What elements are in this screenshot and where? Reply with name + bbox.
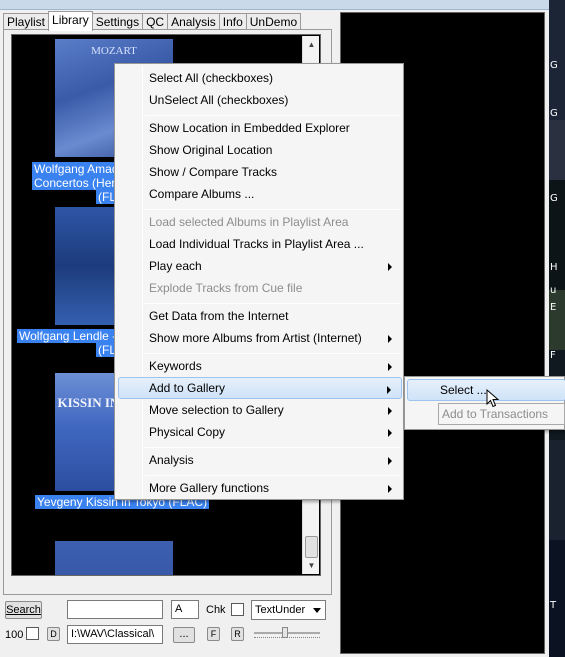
tab-qc[interactable]: QC [142, 13, 169, 30]
menu-separator [145, 115, 401, 116]
menu-item-show-compare-tracks[interactable]: Show / Compare Tracks [118, 161, 402, 183]
cover-title: MOZART [91, 45, 137, 57]
zoom-slider[interactable] [252, 626, 324, 640]
menu-separator [145, 447, 401, 448]
chevron-down-icon [313, 608, 321, 613]
menu-separator [145, 475, 401, 476]
text-mode-value: TextUnder [255, 604, 306, 616]
album-caption[interactable]: Wolfgang Amade [32, 162, 128, 176]
menu-item-show-more-albums[interactable]: Show more Albums from Artist (Internet) [118, 327, 402, 349]
text-mode-select[interactable]: TextUnder [251, 600, 326, 620]
submenu-arrow-icon [388, 335, 392, 343]
strip-label: T [550, 600, 557, 611]
menu-item-analysis[interactable]: Analysis [118, 449, 402, 471]
menu-item-more-gallery-functions[interactable]: More Gallery functions [118, 477, 402, 499]
menu-item-show-original-location[interactable]: Show Original Location [118, 139, 402, 161]
strip-label: G [550, 108, 558, 119]
count-label: 100 [5, 629, 24, 641]
mouse-cursor-icon [486, 389, 500, 408]
submenu-arrow-icon [388, 263, 392, 271]
window-top-bar [0, 0, 565, 10]
tab-bar: Playlist Library Settings QC Analysis In… [3, 11, 302, 31]
menu-item-show-location-explorer[interactable]: Show Location in Embedded Explorer [118, 117, 402, 139]
scroll-thumb[interactable] [305, 536, 318, 558]
chk-checkbox[interactable] [231, 603, 244, 616]
menu-item-unselect-all[interactable]: UnSelect All (checkboxes) [118, 89, 402, 111]
submenu-arrow-icon [388, 407, 392, 415]
right-edge-strip: G G G H u E F 6 T [549, 0, 565, 657]
scroll-down-icon[interactable]: ▼ [303, 557, 320, 574]
submenu-arrow-icon [388, 485, 392, 493]
search-input[interactable] [67, 600, 163, 619]
menu-item-compare-albums[interactable]: Compare Albums ... [118, 183, 402, 205]
tab-info[interactable]: Info [218, 13, 247, 30]
tab-analysis[interactable]: Analysis [167, 13, 220, 30]
tab-library[interactable]: Library [48, 11, 93, 31]
strip-label: G [550, 60, 558, 71]
menu-item-select-all[interactable]: Select All (checkboxes) [118, 67, 402, 89]
count-checkbox[interactable] [26, 627, 39, 640]
menu-item-load-individual-tracks[interactable]: Load Individual Tracks in Playlist Area … [118, 233, 402, 255]
album-cover[interactable] [55, 541, 173, 575]
menu-separator [145, 353, 401, 354]
strip-label: G [550, 193, 558, 204]
menu-separator [145, 303, 401, 304]
submenu-arrow-icon [388, 363, 392, 371]
menu-item-explode-tracks: Explode Tracks from Cue file [149, 281, 303, 295]
tab-settings[interactable]: Settings [91, 13, 144, 30]
submenu-arrow-icon [388, 429, 392, 437]
submenu-arrow-icon [387, 386, 391, 394]
menu-item-move-to-gallery[interactable]: Move selection to Gallery [118, 399, 402, 421]
strip-label: H [550, 262, 558, 273]
menu-item-play-each[interactable]: Play each [118, 255, 402, 277]
context-menu: Select All (checkboxes) UnSelect All (ch… [114, 63, 404, 500]
menu-item-get-data-internet[interactable]: Get Data from the Internet [118, 305, 402, 327]
tab-playlist[interactable]: Playlist [3, 13, 50, 30]
strip-label: E [550, 302, 557, 313]
d-button[interactable]: D [47, 627, 60, 641]
submenu-arrow-icon [388, 457, 392, 465]
strip-label: F [550, 350, 556, 361]
album-caption[interactable]: Wolfgang Lendle - S [17, 329, 130, 343]
strip-label: u [550, 285, 557, 296]
menu-item-keywords[interactable]: Keywords [118, 355, 402, 377]
menu-item-physical-copy[interactable]: Physical Copy [118, 421, 402, 443]
menu-item-load-selected-albums: Load selected Albums in Playlist Area [149, 215, 349, 229]
browse-button[interactable]: ... [173, 627, 195, 643]
path-field[interactable]: I:\WAV\Classical\ [67, 625, 163, 644]
r-button[interactable]: R [231, 627, 244, 641]
submenu-item-add-to-transactions: Add to Transactions [438, 403, 565, 425]
slider-knob[interactable] [282, 627, 288, 638]
search-button[interactable]: Search [5, 601, 42, 619]
menu-separator [145, 209, 401, 210]
f-button[interactable]: F [207, 627, 220, 641]
chk-label: Chk [206, 604, 226, 616]
scroll-up-icon[interactable]: ▲ [303, 36, 320, 53]
letter-field[interactable]: A [171, 600, 199, 619]
tab-undemo[interactable]: UnDemo [245, 13, 302, 30]
menu-item-add-to-gallery[interactable]: Add to Gallery [118, 377, 402, 399]
